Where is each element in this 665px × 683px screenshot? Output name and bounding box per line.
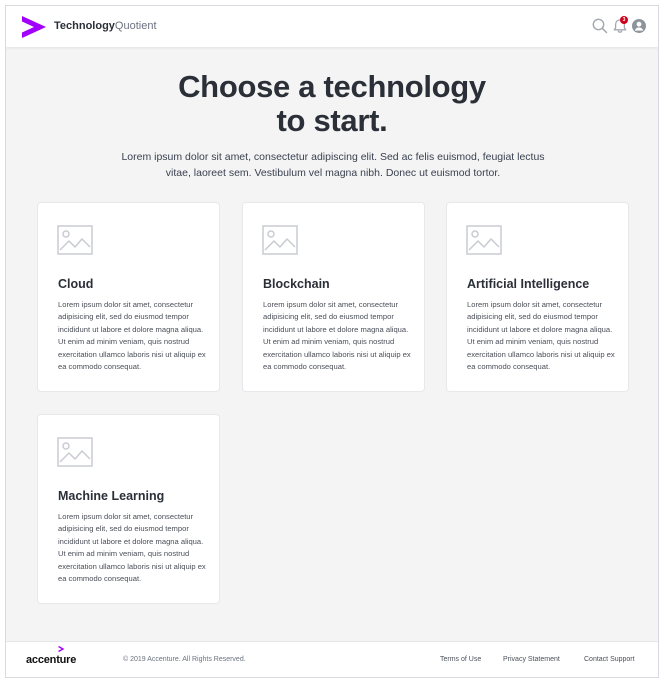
image-placeholder-icon xyxy=(57,225,93,255)
technology-card-artificial-intelligence[interactable]: Artificial Intelligence Lorem ipsum dolo… xyxy=(446,202,629,392)
app-frame: TechnologyQuotient 3 Choose a technology… xyxy=(5,5,659,678)
page-title: Choose a technology to start. xyxy=(6,70,658,138)
app-brand[interactable]: TechnologyQuotient xyxy=(54,19,157,34)
terms-of-use-link[interactable]: Terms of Use xyxy=(440,656,481,663)
image-placeholder-icon xyxy=(57,437,93,467)
brand-light-text: Quotient xyxy=(114,20,157,32)
card-description: Lorem ipsum dolor sit amet, consectetur … xyxy=(263,300,411,372)
card-title: Artificial Intelligence xyxy=(467,277,590,291)
page-footer: accenture © 2019 Accenture. All Rights R… xyxy=(6,641,658,677)
top-header: TechnologyQuotient 3 xyxy=(6,6,658,47)
image-placeholder-icon xyxy=(466,225,502,255)
privacy-statement-link[interactable]: Privacy Statement xyxy=(503,656,560,663)
card-title: Blockchain xyxy=(263,277,330,291)
technology-card-blockchain[interactable]: Blockchain Lorem ipsum dolor sit amet, c… xyxy=(242,202,425,392)
page-subtitle: Lorem ipsum dolor sit amet, consectetur … xyxy=(121,151,545,179)
user-icon[interactable] xyxy=(630,17,648,35)
technology-card-cloud[interactable]: Cloud Lorem ipsum dolor sit amet, consec… xyxy=(37,202,220,392)
logo-chevron-icon[interactable] xyxy=(22,16,46,38)
title-line-1: Choose a technology xyxy=(178,69,486,104)
technology-card-machine-learning[interactable]: Machine Learning Lorem ipsum dolor sit a… xyxy=(37,414,220,604)
copyright-text: © 2019 Accenture. All Rights Reserved. xyxy=(123,656,246,663)
notification-badge: 3 xyxy=(620,16,628,24)
card-title: Machine Learning xyxy=(58,489,165,503)
accenture-logo[interactable]: accenture xyxy=(26,654,76,666)
image-placeholder-icon xyxy=(262,225,298,255)
brand-bold-text: Technology xyxy=(54,20,115,32)
accenture-chevron-icon xyxy=(58,646,64,652)
card-description: Lorem ipsum dolor sit amet, consectetur … xyxy=(58,512,206,584)
card-description: Lorem ipsum dolor sit amet, consectetur … xyxy=(467,300,615,372)
title-line-2: to start. xyxy=(276,103,388,138)
card-title: Cloud xyxy=(58,277,94,291)
card-description: Lorem ipsum dolor sit amet, consectetur … xyxy=(58,300,206,372)
contact-support-link[interactable]: Contact Support xyxy=(584,656,635,663)
search-icon[interactable] xyxy=(591,17,609,35)
